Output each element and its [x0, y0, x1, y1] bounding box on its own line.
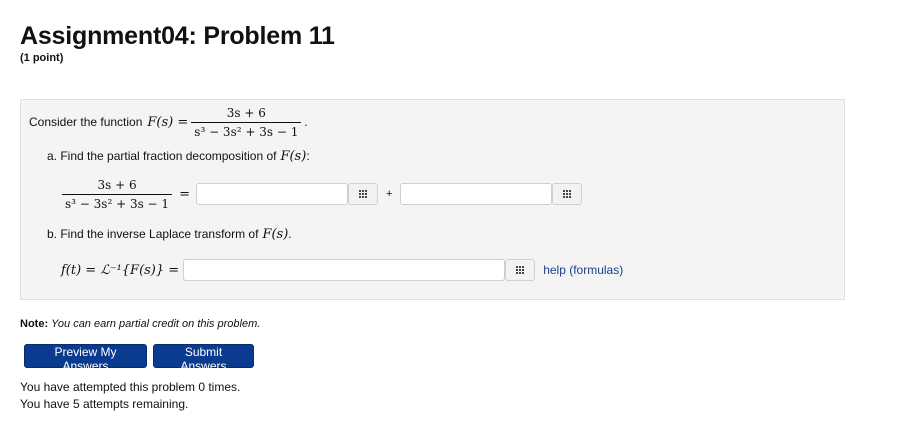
laplace-row: f(t) = ℒ⁻¹{F(s)} = help (formulas) — [61, 258, 623, 282]
answer-field-1[interactable] — [195, 183, 348, 205]
equation-editor-button-2[interactable] — [552, 183, 583, 205]
equals-sign: = — [179, 186, 190, 202]
plus-sign: + — [385, 188, 393, 200]
equation-editor-button-3[interactable] — [505, 259, 536, 281]
attempts-made-text: You have attempted this problem 0 times. — [20, 380, 241, 394]
part-a-text: a. Find the partial fraction decompositi… — [47, 149, 277, 163]
help-formulas-link[interactable]: help (formulas) — [543, 263, 623, 277]
part-a-prompt: a. Find the partial fraction decompositi… — [47, 146, 310, 166]
part-b-variable: F(s) — [262, 226, 289, 242]
function-fraction: 3s + 6 s³ − 3s² + 3s − 1 — [191, 105, 302, 139]
part-a-denominator: s³ − 3s² + 3s − 1 — [62, 193, 173, 211]
answer-field-2[interactable] — [400, 183, 553, 205]
grid-keypad-icon — [516, 266, 525, 274]
part-a-variable: F(s) — [280, 148, 307, 164]
page-title: Assignment04: Problem 11 — [20, 22, 335, 50]
part-a-numerator: 3s + 6 — [97, 177, 137, 192]
answer-field-3[interactable] — [183, 259, 506, 281]
partial-credit-note: Note: You can earn partial credit on thi… — [20, 318, 260, 330]
problem-panel: Consider the function F(s) = 3s + 6 s³ −… — [20, 99, 845, 300]
fraction-denominator: s³ − 3s² + 3s − 1 — [191, 121, 302, 139]
fraction-numerator: 3s + 6 — [226, 105, 266, 120]
problem-points: (1 point) — [20, 52, 64, 64]
preview-answers-button[interactable]: Preview My Answers — [24, 344, 147, 373]
part-b-prompt: b. Find the inverse Laplace transform of… — [47, 224, 292, 244]
note-text: You can earn partial credit on this prob… — [51, 318, 261, 330]
period: . — [304, 115, 308, 129]
grid-keypad-icon — [563, 190, 572, 198]
submit-answers-button[interactable]: Submit Answers — [153, 344, 254, 373]
laplace-lhs: f(t) = ℒ⁻¹{F(s)} = — [61, 262, 180, 278]
function-definition: Consider the function F(s) = 3s + 6 s³ −… — [29, 104, 308, 140]
function-lhs: F(s) = — [147, 114, 189, 130]
part-b-period: . — [288, 227, 292, 241]
attempts-remaining-text: You have 5 attempts remaining. — [20, 397, 189, 411]
part-b-text: b. Find the inverse Laplace transform of — [47, 227, 259, 241]
grid-keypad-icon — [358, 190, 367, 198]
part-a-fraction: 3s + 6 s³ − 3s² + 3s − 1 — [62, 177, 173, 211]
part-a-colon: : — [306, 149, 310, 163]
equation-editor-button-1[interactable] — [347, 183, 378, 205]
note-label: Note: — [20, 318, 49, 330]
partial-fraction-row: 3s + 6 s³ − 3s² + 3s − 1 = + — [59, 176, 583, 212]
intro-text: Consider the function — [29, 115, 143, 129]
